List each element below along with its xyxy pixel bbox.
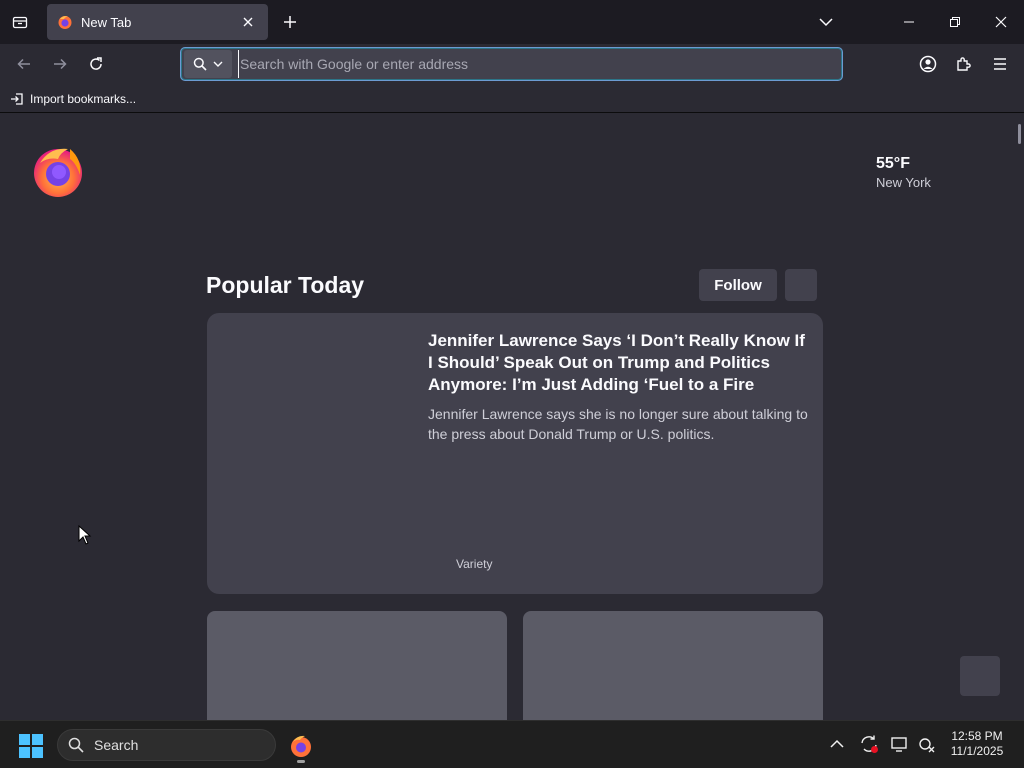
- story-card-placeholder[interactable]: [523, 611, 823, 720]
- restore-icon: [950, 17, 960, 27]
- arrow-right-icon: [54, 58, 67, 70]
- app-menu-button[interactable]: [986, 50, 1014, 78]
- reload-icon: [90, 57, 102, 70]
- sync-icon[interactable]: [859, 734, 879, 754]
- close-icon: [243, 17, 253, 27]
- clock-time: 12:58 PM: [951, 729, 1003, 743]
- close-window-button[interactable]: [978, 6, 1024, 38]
- import-bookmarks-button[interactable]: Import bookmarks...: [10, 89, 136, 109]
- search-icon: [193, 57, 207, 71]
- story-thumbnail: [207, 313, 412, 594]
- story-title: Jennifer Lawrence Says ‘I Don’t Really K…: [428, 331, 805, 394]
- tab-strip: New Tab: [0, 0, 1024, 44]
- firefox-icon: [291, 735, 311, 757]
- mouse-cursor-icon: [78, 525, 92, 545]
- restore-button[interactable]: [932, 6, 978, 38]
- clock-date: 11/1/2025: [950, 744, 1004, 758]
- running-indicator: [297, 760, 305, 763]
- story-excerpt: Jennifer Lawrence says she is no longer …: [428, 406, 808, 442]
- taskbar-clock[interactable]: 12:58 PM 11/1/2025: [944, 729, 1010, 759]
- puzzle-piece-icon: [957, 57, 971, 71]
- list-all-tabs-button[interactable]: [815, 12, 837, 32]
- firefox-logo-icon: [34, 148, 82, 197]
- back-button[interactable]: [10, 50, 38, 78]
- section-more-button[interactable]: [785, 269, 817, 301]
- hamburger-menu-icon: [994, 58, 1006, 70]
- account-button[interactable]: [914, 50, 942, 78]
- new-tab-button[interactable]: [278, 10, 302, 34]
- arrow-left-icon: [17, 58, 30, 70]
- minimize-button[interactable]: [886, 6, 932, 38]
- page-scrollbar[interactable]: [1018, 124, 1021, 144]
- navigation-toolbar: [0, 44, 1024, 84]
- bookmarks-toolbar: Import bookmarks...: [0, 84, 1024, 113]
- search-mode-switcher[interactable]: [184, 50, 232, 78]
- hero-story-card[interactable]: Jennifer Lawrence Says ‘I Don’t Really K…: [207, 313, 823, 594]
- search-icon: [68, 737, 84, 753]
- firefox-favicon-icon: [58, 16, 72, 29]
- reload-button[interactable]: [82, 50, 110, 78]
- windows-taskbar: Search 12:58 PM 11/1/2025: [0, 720, 1024, 768]
- minimize-icon: [904, 21, 914, 23]
- tab-new-tab[interactable]: New Tab: [47, 4, 268, 40]
- plus-icon: [284, 16, 296, 28]
- chevron-down-icon: [819, 18, 833, 27]
- url-input[interactable]: [238, 50, 841, 78]
- tab-close-button[interactable]: [238, 12, 258, 32]
- taskbar-search-box[interactable]: Search: [57, 729, 276, 761]
- network-disconnected-icon[interactable]: [917, 734, 937, 754]
- chevron-down-icon: [213, 61, 223, 67]
- chevron-up-icon[interactable]: [828, 735, 846, 753]
- taskbar-search-label: Search: [94, 737, 139, 753]
- customize-button[interactable]: [960, 656, 1000, 696]
- weather-widget[interactable]: 55°F New York: [876, 155, 931, 190]
- url-bar[interactable]: [181, 48, 842, 80]
- import-icon: [11, 93, 23, 105]
- new-tab-page: 55°F New York Popular Today Follow Jenni…: [0, 113, 1024, 720]
- extensions-button[interactable]: [950, 50, 978, 78]
- section-title: Popular Today: [206, 272, 365, 298]
- windows-start-icon[interactable]: [18, 733, 44, 759]
- story-source: Variety: [456, 557, 493, 571]
- tab-title: New Tab: [81, 14, 132, 30]
- forward-button[interactable]: [46, 50, 74, 78]
- taskbar-firefox-button[interactable]: [286, 729, 316, 763]
- weather-location: New York: [876, 175, 931, 190]
- story-card-placeholder[interactable]: [207, 611, 507, 720]
- weather-temperature: 55°F: [876, 155, 910, 172]
- follow-button[interactable]: Follow: [699, 269, 777, 301]
- account-icon: [919, 55, 937, 73]
- close-icon: [995, 16, 1007, 28]
- firefox-view-button[interactable]: [6, 8, 34, 36]
- firefox-view-icon: [12, 16, 28, 29]
- import-bookmarks-label: Import bookmarks...: [30, 92, 137, 106]
- display-icon[interactable]: [890, 734, 910, 754]
